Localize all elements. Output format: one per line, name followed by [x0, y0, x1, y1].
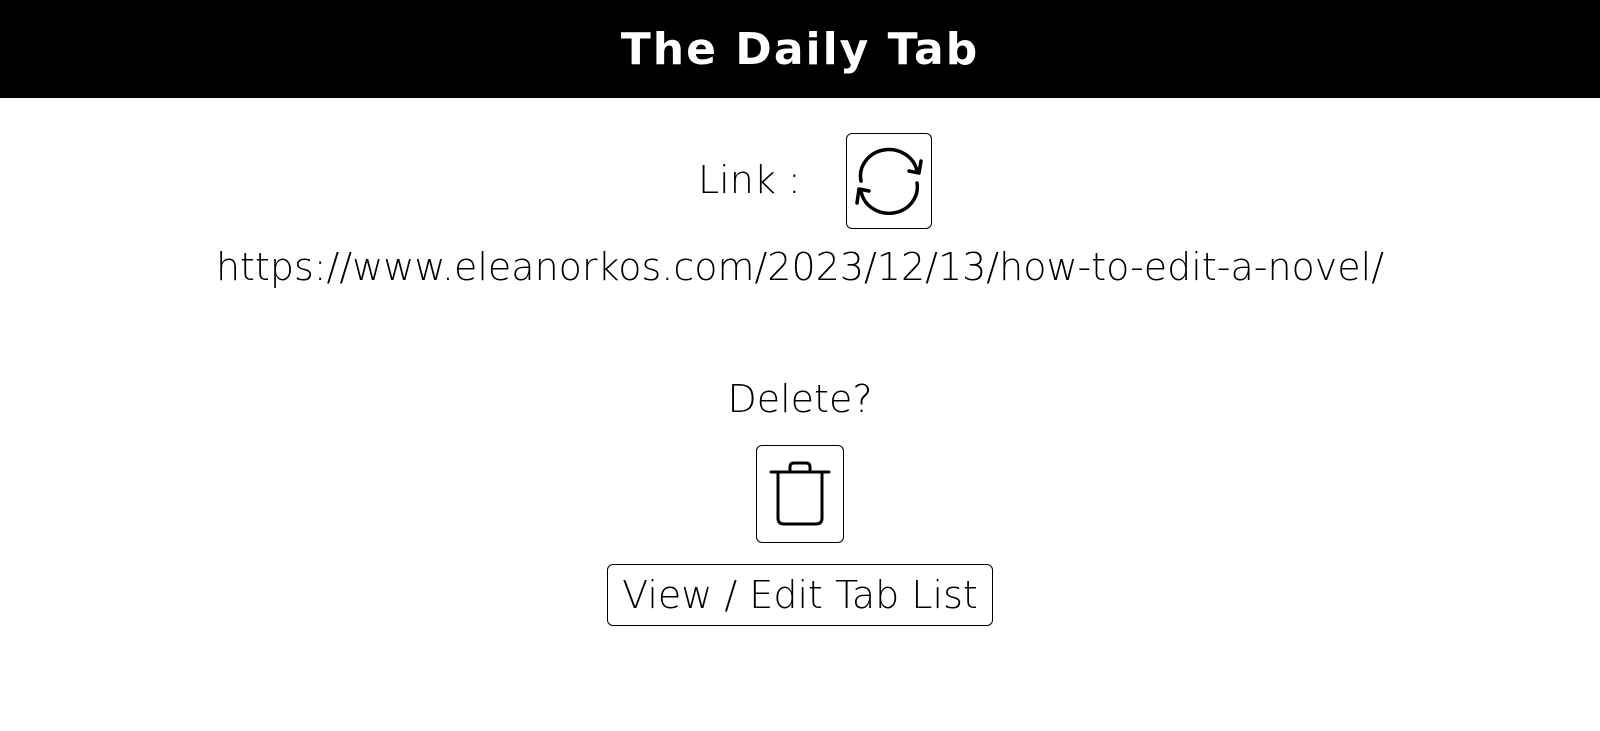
- link-url: https://www.eleanorkos.com/2023/12/13/ho…: [215, 245, 1385, 289]
- refresh-icon: [855, 147, 923, 215]
- delete-label: Delete?: [727, 377, 873, 421]
- trash-icon: [769, 461, 831, 526]
- view-edit-tab-list-button[interactable]: View / Edit Tab List: [607, 564, 993, 626]
- link-row: Link :: [0, 132, 1600, 232]
- app-header: The Daily Tab: [0, 0, 1600, 98]
- delete-button[interactable]: [756, 445, 844, 543]
- refresh-link-button[interactable]: [846, 133, 932, 229]
- app-title: The Daily Tab: [620, 23, 980, 75]
- link-label: Link :: [698, 158, 801, 202]
